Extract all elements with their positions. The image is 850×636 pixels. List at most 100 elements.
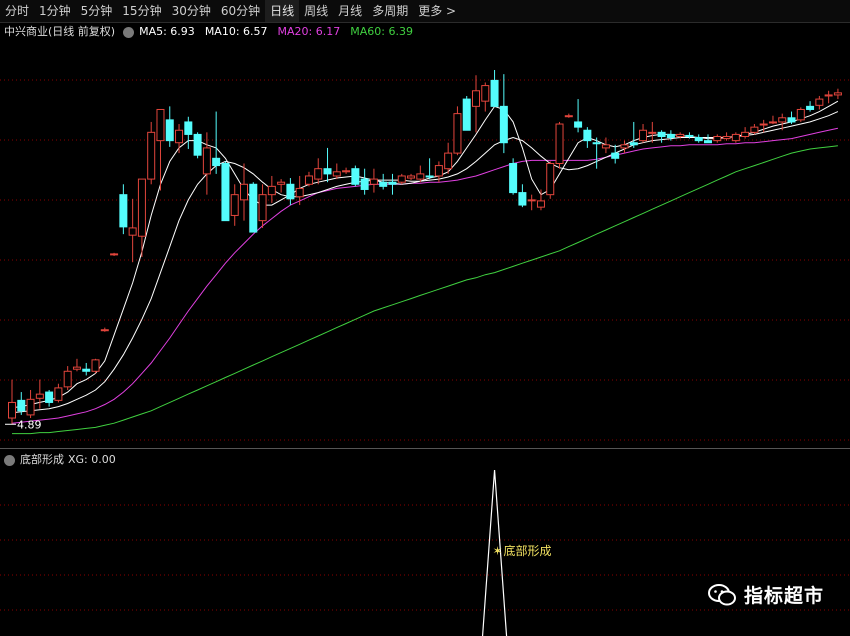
candle-body [165,119,174,142]
candle-body [648,131,657,134]
candle-body [212,157,221,167]
ma5-legend: MA5: 6.93 [139,25,195,38]
candle-body [342,170,351,173]
candle-body [119,194,128,228]
candle-body [676,133,685,137]
candle-body [778,117,787,123]
candle-body [304,175,313,185]
candle-body [267,185,276,196]
candle-body [657,131,666,137]
candle-body [314,168,323,180]
candle-body [425,175,434,178]
candle-body [481,85,490,102]
candle-body [787,117,796,123]
candle-body [249,183,258,233]
tab-1[interactable]: 1分钟 [34,0,76,22]
candle-body [750,126,759,133]
ma60-legend: MA60: 6.39 [350,25,413,38]
tab-0[interactable]: 分时 [0,0,34,22]
candle-body [527,199,536,202]
candle-body [499,105,508,144]
candle-body [91,359,100,372]
panel-divider[interactable] [0,448,850,449]
candle-body [221,163,230,222]
candlestick-chart[interactable]: 4.89 [0,40,850,450]
candle-body [230,194,239,216]
ma10-line [11,111,839,414]
candle-body [416,173,425,180]
candle-body [731,133,740,142]
candle-body [128,227,137,236]
candle-body [741,131,750,137]
candle-body [26,398,35,416]
candle-body [453,113,462,154]
tab-7[interactable]: 周线 [299,0,333,22]
candle-body [147,131,156,180]
candle-body [369,178,378,185]
candle-body [444,152,453,170]
candle-body [193,133,202,156]
candle-body [175,129,184,144]
candle-body [332,171,341,177]
indicator-title: 底部形成 [20,453,64,466]
candle-body [17,399,26,412]
ma60-line [12,145,838,435]
candle-body [685,134,694,137]
candle-body [202,147,211,175]
candle-body [666,133,675,139]
indicator-legend: 底部形成 XG: 0.00 [4,452,120,468]
signal-label: 底部形成 [504,543,552,558]
ma20-legend: MA20: 6.17 [277,25,341,38]
candle-body [555,123,564,165]
brand-name: 指标超市 [743,585,824,607]
tab-8[interactable]: 月线 [333,0,367,22]
candle-body [35,393,44,399]
ma5-line [11,100,839,409]
candle-body [806,105,815,110]
candle-body [277,181,286,185]
tab-9[interactable]: 多周期 [367,0,413,22]
tab-10[interactable]: 更多 > [413,0,461,22]
candle-body [759,123,768,126]
candle-body [72,366,81,370]
candle-body [351,168,360,185]
candle-body [768,121,777,124]
candle-body [8,401,16,419]
candle-body [295,187,304,198]
indicator-settings-icon[interactable] [4,454,15,466]
brand-watermark: 指标超市 [707,581,824,608]
tab-2[interactable]: 5分钟 [76,0,118,22]
candle-body [536,200,545,208]
candle-body [694,137,703,142]
candle-body [518,192,527,206]
candle-body [704,140,712,144]
candle-body [713,135,722,142]
candle-body [472,90,480,107]
settings-icon[interactable] [123,26,135,38]
candle-body [137,178,146,237]
wechat-icon [707,583,736,605]
tab-4[interactable]: 30分钟 [167,0,216,22]
candle-body [490,79,499,107]
tab-6[interactable]: 日线 [265,0,300,22]
candle-body [592,142,601,145]
candle-body [82,368,91,372]
main-chart-legend: 中兴商业(日线 前复权) MA5: 6.93 MA10: 6.57 MA20: … [4,24,423,40]
candle-body [629,142,638,146]
candle-body [583,129,592,142]
indicator-chart[interactable]: ✶ 底部形成 [0,470,850,636]
candle-body [833,92,842,96]
tab-3[interactable]: 15分钟 [117,0,166,22]
candle-body [100,329,109,332]
ma10-legend: MA10: 6.57 [204,25,268,38]
candle-body [722,135,731,140]
candle-body [110,253,119,256]
candle-body [611,152,620,159]
candle-body [156,108,165,142]
candle-body [388,181,397,185]
candle-body [564,115,573,118]
candle-body [379,181,388,187]
candle-body [397,175,406,183]
candle-body [546,163,555,196]
tab-5[interactable]: 60分钟 [216,0,265,22]
